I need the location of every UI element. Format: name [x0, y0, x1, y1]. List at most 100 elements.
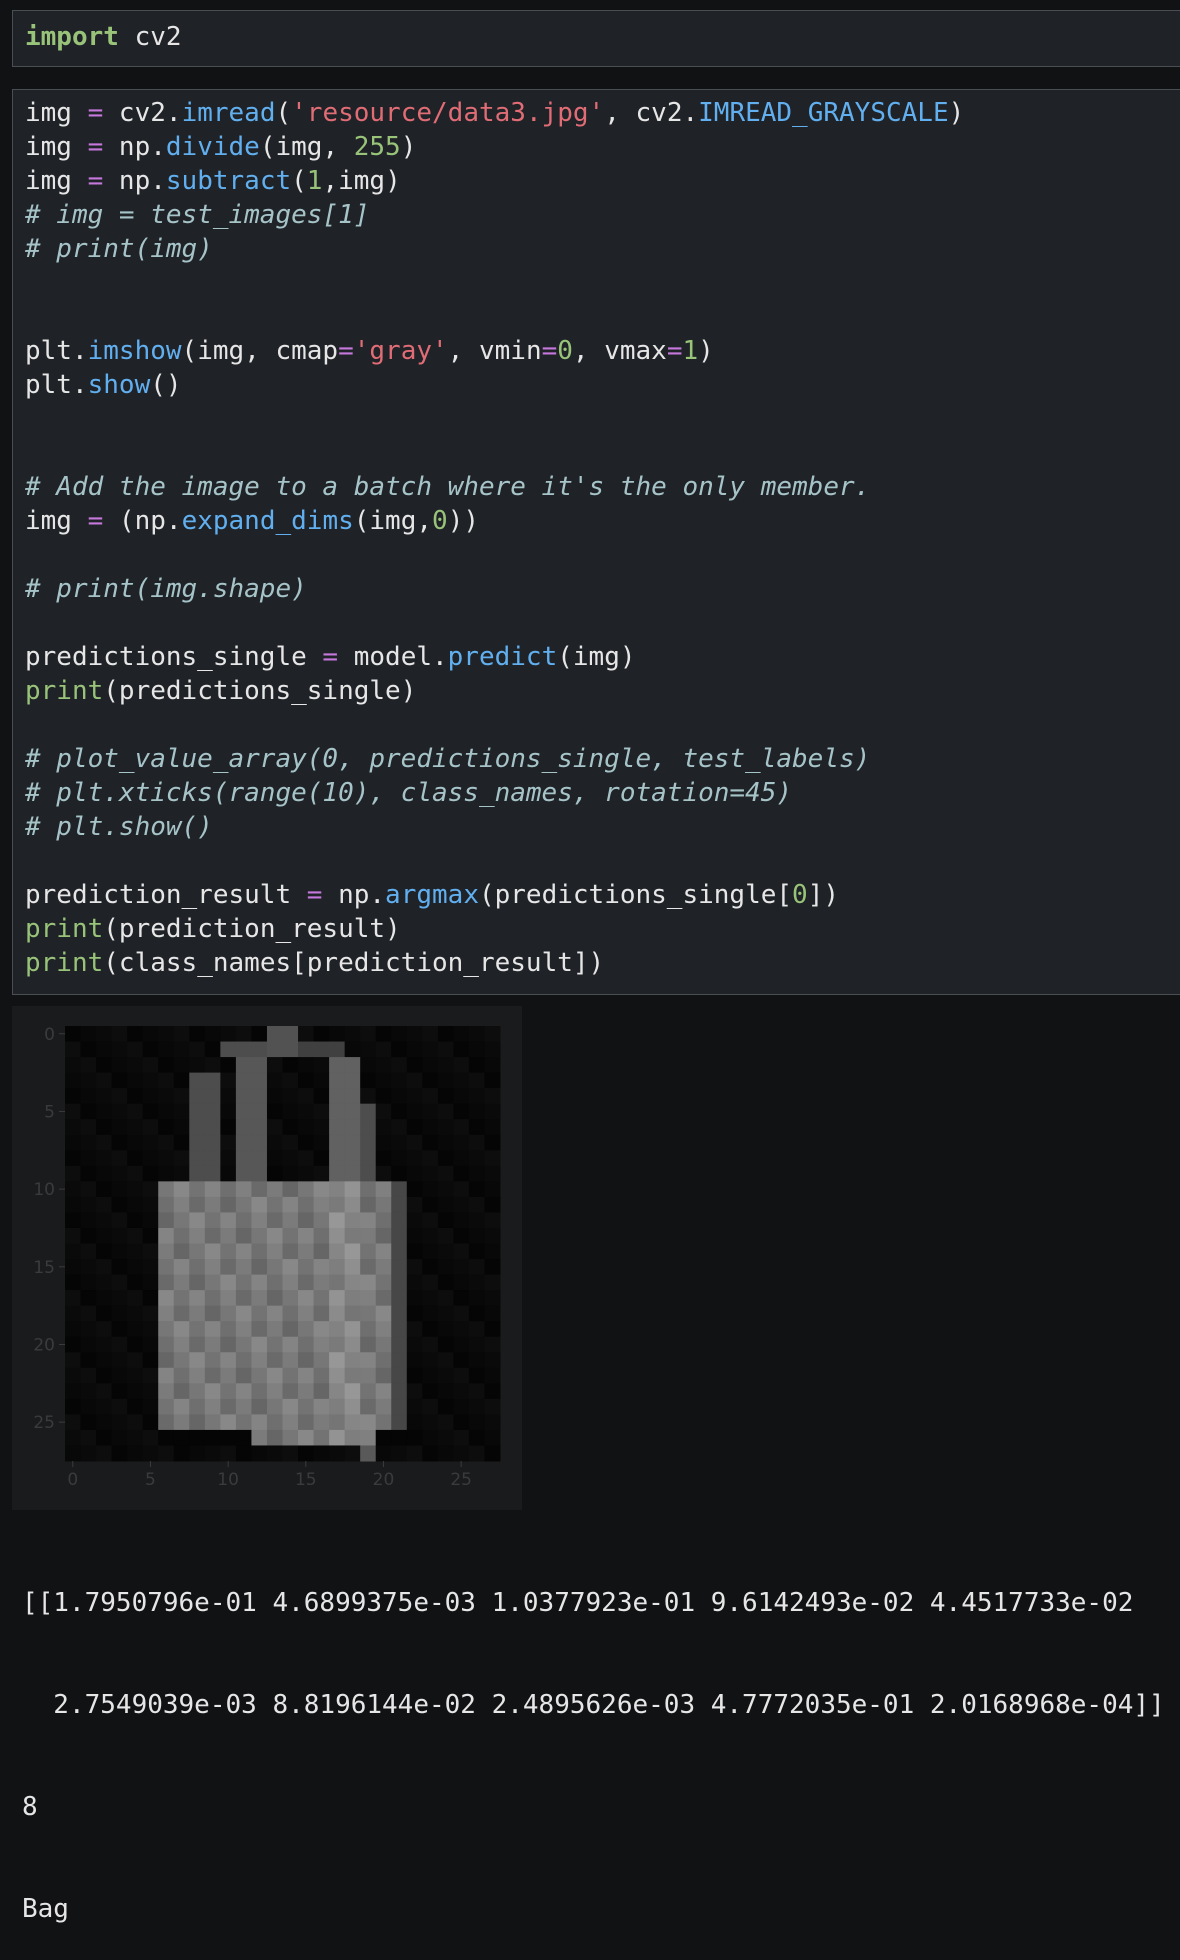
image-pixel [453, 1165, 470, 1182]
image-pixel [65, 1429, 82, 1446]
image-pixel [453, 1398, 470, 1415]
code-line[interactable]: print(prediction_result) [25, 912, 964, 946]
code-line[interactable]: print(class_names[prediction_result]) [25, 946, 964, 980]
code-line[interactable] [25, 266, 964, 300]
code-token: 1 [682, 336, 699, 366]
code-token: IMREAD_GRAYSCALE [698, 98, 949, 128]
image-pixel [266, 1321, 283, 1338]
image-pixel [282, 1072, 299, 1089]
image-pixel [437, 1057, 454, 1074]
image-pixel [391, 1057, 408, 1074]
image-pixel [437, 1383, 454, 1400]
image-pixel [406, 1088, 423, 1105]
image-pixel [344, 1026, 361, 1043]
code-line[interactable]: # plt.xticks(range(10), class_names, rot… [25, 776, 964, 810]
code-line[interactable] [25, 402, 964, 436]
code-line[interactable]: plt.imshow(img, cmap='gray', vmin=0, vma… [25, 334, 964, 368]
image-pixel [453, 1196, 470, 1213]
image-pixel [127, 1026, 144, 1043]
code-line[interactable] [25, 300, 964, 334]
code-line[interactable]: # plt.show() [25, 810, 964, 844]
code-line[interactable]: # Add the image to a batch where it's th… [25, 470, 964, 504]
image-pixel [422, 1181, 439, 1198]
image-pixel [437, 1321, 454, 1338]
image-pixel [360, 1227, 377, 1244]
code-line[interactable]: img = np.divide(img, 255) [25, 130, 964, 164]
image-pixel [422, 1352, 439, 1369]
y-tick-label: 0 [44, 1025, 55, 1045]
image-pixel [251, 1057, 268, 1074]
image-pixel [204, 1150, 221, 1167]
image-pixel [158, 1103, 175, 1120]
code-editor[interactable]: img = cv2.imread('resource/data3.jpg', c… [25, 96, 964, 980]
code-token: np. [103, 132, 166, 162]
image-pixel [329, 1305, 346, 1322]
code-editor[interactable]: import cv2 [25, 20, 182, 54]
image-pixel [220, 1134, 237, 1151]
image-pixel [313, 1383, 330, 1400]
code-cell-import[interactable]: import cv2 [12, 10, 1180, 67]
image-pixel [468, 1103, 485, 1120]
image-pixel [65, 1336, 82, 1353]
code-line[interactable]: predictions_single = model.predict(img) [25, 640, 964, 674]
image-pixel [220, 1243, 237, 1260]
code-line[interactable] [25, 708, 964, 742]
image-pixel [111, 1057, 128, 1074]
image-pixel [329, 1274, 346, 1291]
image-pixel [360, 1150, 377, 1167]
image-pixel [422, 1026, 439, 1043]
image-pixel [204, 1305, 221, 1322]
code-line[interactable]: import cv2 [25, 20, 182, 54]
image-pixel [282, 1336, 299, 1353]
image-pixel [468, 1134, 485, 1151]
code-cell-predict[interactable]: img = cv2.imread('resource/data3.jpg', c… [12, 89, 1180, 995]
image-pixel [158, 1181, 175, 1198]
image-pixel [282, 1196, 299, 1213]
code-line[interactable] [25, 436, 964, 470]
image-pixel [220, 1165, 237, 1182]
code-line[interactable]: img = np.subtract(1,img) [25, 164, 964, 198]
image-pixel [220, 1041, 237, 1058]
code-line[interactable]: # img = test_images[1] [25, 198, 964, 232]
image-pixel [220, 1414, 237, 1431]
image-pixel [282, 1352, 299, 1369]
image-pixel [422, 1134, 439, 1151]
image-pixel [111, 1227, 128, 1244]
image-pixel [251, 1414, 268, 1431]
image-pixel [406, 1321, 423, 1338]
image-pixel [406, 1383, 423, 1400]
code-line[interactable]: prediction_result = np.argmax(prediction… [25, 878, 964, 912]
code-line[interactable] [25, 538, 964, 572]
code-line[interactable]: # plot_value_array(0, predictions_single… [25, 742, 964, 776]
image-pixel [111, 1119, 128, 1136]
image-pixel [158, 1259, 175, 1276]
image-pixel [437, 1336, 454, 1353]
code-line[interactable] [25, 844, 964, 878]
image-pixel [391, 1414, 408, 1431]
image-pixel [111, 1088, 128, 1105]
code-line[interactable]: # print(img.shape) [25, 572, 964, 606]
code-token: # print(img.shape) [25, 574, 307, 604]
image-pixel [235, 1321, 252, 1338]
image-pixel [204, 1352, 221, 1369]
image-pixel [173, 1026, 190, 1043]
image-pixel [158, 1134, 175, 1151]
image-pixel [111, 1196, 128, 1213]
image-pixel [282, 1367, 299, 1384]
code-line[interactable]: plt.show() [25, 368, 964, 402]
code-token: 'gray' [353, 336, 448, 366]
image-pixel [391, 1398, 408, 1415]
code-line[interactable]: # print(img) [25, 232, 964, 266]
image-pixel [360, 1088, 377, 1105]
image-pixel [391, 1352, 408, 1369]
code-line[interactable]: print(predictions_single) [25, 674, 964, 708]
image-pixel [266, 1367, 283, 1384]
code-token: print [25, 948, 104, 978]
code-line[interactable] [25, 606, 964, 640]
code-line[interactable]: img = (np.expand_dims(img,0)) [25, 504, 964, 538]
image-pixel [391, 1336, 408, 1353]
code-line[interactable]: img = cv2.imread('resource/data3.jpg', c… [25, 96, 964, 130]
image-pixel [220, 1445, 237, 1462]
image-pixel [375, 1367, 392, 1384]
image-pixel [127, 1429, 144, 1446]
